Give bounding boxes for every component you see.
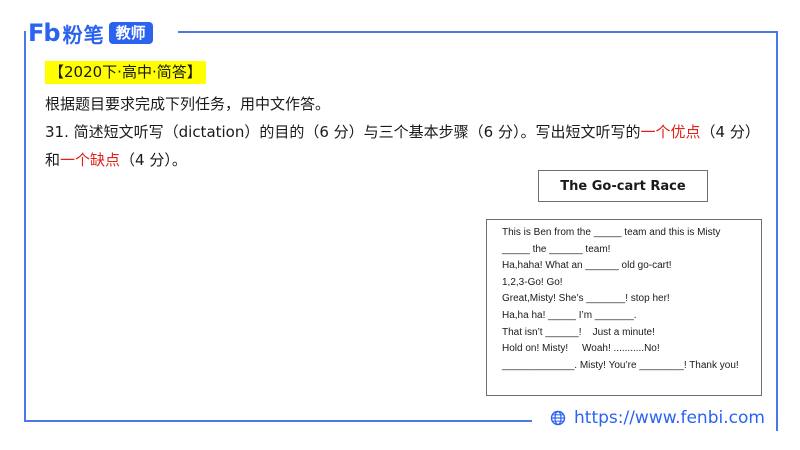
worksheet-line: _____ the ______ team! — [502, 243, 611, 255]
frame-bottom-line — [24, 420, 532, 422]
question-line-1-score: （4 分） — [700, 123, 760, 141]
frame-right-line — [776, 31, 778, 431]
advantage-highlight: 一个优点 — [640, 123, 701, 141]
question-line-2-text: 和 — [45, 151, 61, 169]
question-body: 根据题目要求完成下列任务，用中文作答。 31. 简述短文听写（dictation… — [45, 90, 770, 174]
worksheet-line: This is Ben from the _____ team and this… — [502, 227, 721, 238]
disadvantage-highlight: 一个缺点 — [60, 151, 121, 169]
worksheet-title: The Go-cart Race — [560, 178, 686, 194]
worksheet-title-box: The Go-cart Race — [538, 170, 708, 202]
url-text[interactable]: https://www.fenbi.com — [574, 408, 765, 428]
question-line-2-score: （4 分）。 — [120, 151, 187, 169]
question-tag-line: 【2020下·高中·简答】 — [45, 61, 206, 84]
footer-url: https://www.fenbi.com — [550, 408, 765, 428]
worksheet-line: Great,Misty! She’s _______! stop her! — [502, 293, 670, 305]
worksheet-line: Ha,ha ha! _____ I’m _______. — [502, 310, 637, 321]
worksheet-line: Hold on! Misty! Woah! ...........No! — [502, 343, 660, 355]
question-tag: 【2020下·高中·简答】 — [45, 61, 206, 84]
frame-left-line — [24, 31, 26, 422]
question-line-1-text: 31. 简述短文听写（dictation）的目的（6 分）与三个基本步骤（6 分… — [45, 123, 641, 141]
frame-top-line — [178, 31, 778, 33]
logo-mark: Fb — [28, 19, 61, 47]
logo-name: 粉笔 — [62, 22, 105, 47]
worksheet-line: _____________. Misty! You’re ________! T… — [502, 359, 739, 371]
globe-icon — [550, 410, 566, 426]
worksheet-line: Ha,haha! What an ______ old go-cart! — [502, 260, 672, 272]
worksheet-line: 1,2,3-Go! Go! — [502, 276, 563, 288]
instruction-text: 根据题目要求完成下列任务，用中文作答。 — [45, 95, 331, 113]
fenbi-logo: Fb 粉笔 教师 — [28, 17, 153, 49]
worksheet-line: That isn’t ______! Just a minute! — [502, 326, 655, 338]
question-line-1: 31. 简述短文听写（dictation）的目的（6 分）与三个基本步骤（6 分… — [45, 118, 770, 146]
worksheet-box: This is Ben from the _____ team and this… — [486, 219, 762, 396]
logo-tag: 教师 — [108, 22, 153, 44]
